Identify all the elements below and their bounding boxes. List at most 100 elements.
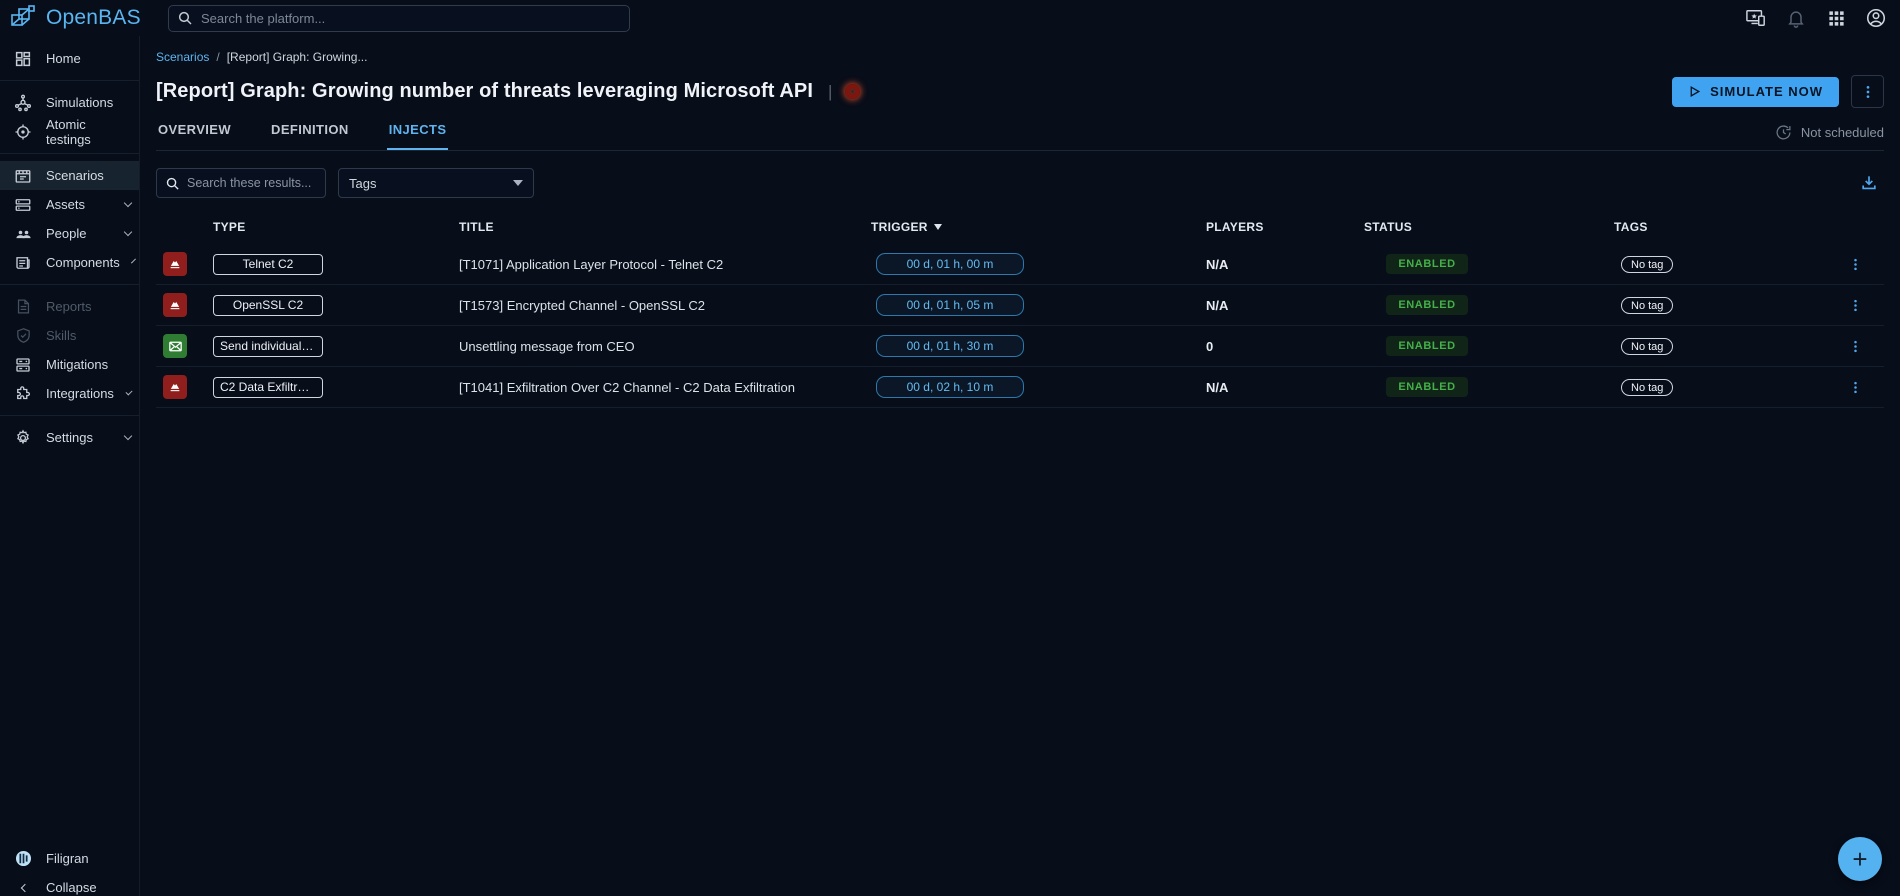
notifications-bell-icon[interactable]	[1784, 6, 1808, 30]
inject-players: N/A	[1206, 380, 1364, 395]
groups-icon	[13, 224, 33, 244]
topbar-icons	[1744, 6, 1900, 30]
caldera-inject-icon	[163, 252, 187, 276]
sidebar-divider	[0, 153, 139, 154]
collapse-button[interactable]: Collapse	[0, 873, 139, 896]
sidebar-item-atomic-testings[interactable]: Atomic testings	[0, 117, 139, 146]
column-header-players[interactable]: PLAYERS	[1206, 220, 1364, 234]
scenario-menu-button[interactable]	[1851, 75, 1884, 108]
sort-desc-icon	[934, 224, 942, 230]
filigran-label: Filigran	[46, 851, 89, 866]
sidebar-item-label: Scenarios	[46, 168, 104, 183]
vertical-dots-icon	[1848, 339, 1863, 354]
gear-icon	[13, 428, 33, 448]
inject-title: [T1573] Encrypted Channel - OpenSSL C2	[459, 298, 871, 313]
update-clock-icon	[1775, 124, 1792, 141]
email-inject-icon	[163, 334, 187, 358]
inject-row[interactable]: C2 Data Exfiltration [T1041] Exfiltratio…	[156, 367, 1884, 408]
dashboard-icon	[13, 49, 33, 69]
sidebar-item-home[interactable]: Home	[0, 44, 139, 73]
results-search-input[interactable]	[187, 176, 317, 190]
schedule-status-text: Not scheduled	[1801, 125, 1884, 140]
document-icon	[13, 297, 33, 317]
dropdown-caret-icon	[513, 180, 523, 186]
filigran-logo-icon	[13, 849, 33, 869]
inject-title: [T1041] Exfiltration Over C2 Channel - C…	[459, 380, 871, 395]
account-circle-icon[interactable]	[1864, 6, 1888, 30]
tab-definition[interactable]: DEFINITION	[269, 112, 351, 150]
sidebar-item-label: Reports	[46, 299, 92, 314]
movie-icon	[13, 166, 33, 186]
column-header-trigger[interactable]: TRIGGER	[871, 220, 1206, 234]
inject-players: N/A	[1206, 257, 1364, 272]
sidebar-item-skills: Skills	[0, 321, 139, 350]
sidebar-item-assets[interactable]: Assets	[0, 190, 139, 219]
chevron-left-icon	[13, 878, 33, 896]
inject-trigger-chip: 00 d, 01 h, 00 m	[876, 253, 1024, 275]
column-header-title[interactable]: TITLE	[459, 220, 871, 234]
row-menu-button[interactable]	[1840, 331, 1870, 361]
row-menu-button[interactable]	[1840, 372, 1870, 402]
inject-type-chip: OpenSSL C2	[213, 295, 323, 316]
inject-trigger-chip: 00 d, 01 h, 05 m	[876, 294, 1024, 316]
inject-title: [T1071] Application Layer Protocol - Tel…	[459, 257, 871, 272]
platform-search-input[interactable]	[201, 11, 621, 26]
injects-table: TYPE TITLE TRIGGER PLAYERS STATUS TAGS	[156, 210, 1884, 408]
tab-injects[interactable]: INJECTS	[387, 112, 449, 150]
filigran-link[interactable]: Filigran	[0, 844, 139, 873]
schedule-status: Not scheduled	[1775, 124, 1884, 150]
tabs-bar: OVERVIEW DEFINITION INJECTS Not schedule…	[156, 112, 1884, 151]
row-menu-button[interactable]	[1840, 290, 1870, 320]
inject-status-badge: ENABLED	[1386, 377, 1468, 397]
caldera-inject-icon	[163, 375, 187, 399]
export-download-icon[interactable]	[1854, 168, 1884, 198]
tags-filter-select[interactable]: Tags	[338, 168, 534, 198]
column-header-type[interactable]: TYPE	[204, 220, 459, 234]
title-row: [Report] Graph: Growing number of threat…	[156, 75, 1884, 108]
sidebar-item-components[interactable]: Components	[0, 248, 139, 277]
sidebar-item-label: Integrations	[46, 386, 114, 401]
results-search[interactable]	[156, 168, 326, 198]
column-header-status[interactable]: STATUS	[1364, 220, 1614, 234]
tags-filter-label: Tags	[349, 176, 376, 191]
apps-grid-icon[interactable]	[1824, 6, 1848, 30]
openbas-logo[interactable]: OpenBAS	[0, 5, 140, 31]
column-header-tags[interactable]: TAGS	[1614, 220, 1840, 234]
inject-status-badge: ENABLED	[1386, 336, 1468, 356]
breadcrumb-scenarios-link[interactable]: Scenarios	[156, 50, 209, 64]
inject-row[interactable]: OpenSSL C2 [T1573] Encrypted Channel - O…	[156, 285, 1884, 326]
search-icon	[177, 10, 193, 26]
simulate-now-button[interactable]: SIMULATE NOW	[1672, 77, 1839, 107]
storage-icon	[13, 195, 33, 215]
device-analytics-icon[interactable]	[1744, 6, 1768, 30]
newspaper-icon	[13, 253, 33, 273]
sidebar-divider	[0, 415, 139, 416]
row-menu-button[interactable]	[1840, 249, 1870, 279]
sidebar-item-settings[interactable]: Settings	[0, 423, 139, 452]
sidebar-item-scenarios[interactable]: Scenarios	[0, 161, 139, 190]
add-inject-fab[interactable]: +	[1838, 837, 1882, 881]
inject-row[interactable]: Send individual ma... Unsettling message…	[156, 326, 1884, 367]
platform-search[interactable]	[168, 5, 630, 32]
vertical-dots-icon	[1848, 380, 1863, 395]
tab-overview[interactable]: OVERVIEW	[156, 112, 233, 150]
sidebar-item-simulations[interactable]: Simulations	[0, 88, 139, 117]
inject-players: 0	[1206, 339, 1364, 354]
sidebar-item-people[interactable]: People	[0, 219, 139, 248]
sidebar-item-integrations[interactable]: Integrations	[0, 379, 139, 408]
caldera-inject-icon	[163, 293, 187, 317]
inject-status-badge: ENABLED	[1386, 254, 1468, 274]
sidebar-divider	[0, 284, 139, 285]
plus-icon: +	[1852, 846, 1867, 872]
breadcrumb-current: [Report] Graph: Growing...	[227, 50, 368, 64]
openbas-logo-icon	[10, 5, 40, 31]
sidebar-item-label: Home	[46, 51, 81, 66]
topbar: OpenBAS	[0, 0, 1900, 36]
chevron-down-icon	[131, 259, 136, 264]
inject-status-badge: ENABLED	[1386, 295, 1468, 315]
sidebar-item-mitigations[interactable]: Mitigations	[0, 350, 139, 379]
inject-row[interactable]: Telnet C2 [T1071] Application Layer Prot…	[156, 244, 1884, 285]
chevron-down-icon	[125, 388, 132, 395]
inject-trigger-chip: 00 d, 02 h, 10 m	[876, 376, 1024, 398]
sidebar-item-label: Assets	[46, 197, 85, 212]
